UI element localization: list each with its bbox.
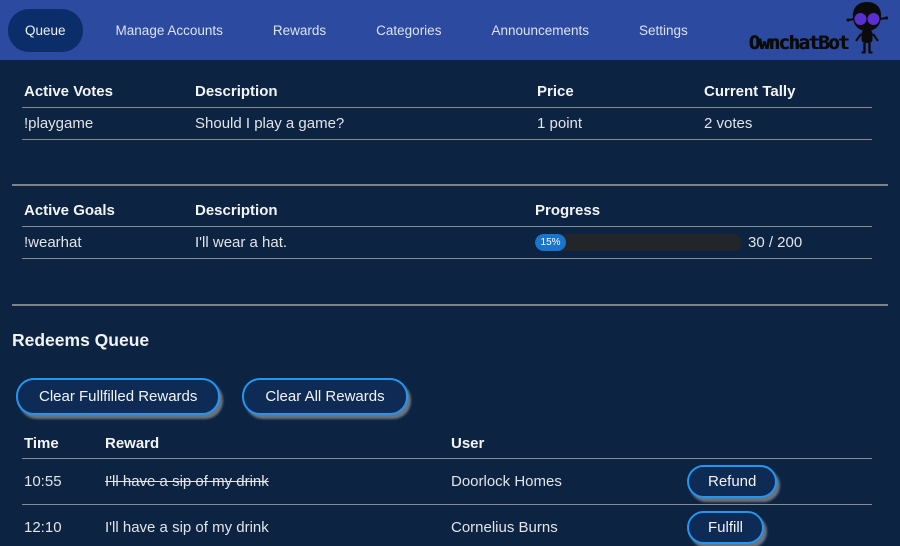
ownchatbot-logo: OwnchatBot [749, 0, 890, 60]
vote-command-cell: !playgame [22, 108, 193, 140]
redeem-user-cell: Cornelius Burns [449, 505, 685, 546]
goal-command-cell: !wearhat [22, 227, 193, 259]
redeems-header-user: User [449, 429, 685, 459]
votes-header-price: Price [535, 76, 702, 108]
progress-count-label: 30 / 200 [748, 234, 802, 251]
votes-header-description: Description [193, 76, 535, 108]
progress-bar-fill: 15% [535, 234, 566, 251]
redeem-action-cell: Refund [685, 459, 872, 505]
redeem-row: 12:10 I'll have a sip of my drink Cornel… [22, 505, 872, 546]
clear-fulfilled-rewards-button[interactable]: Clear Fullfilled Rewards [16, 378, 220, 415]
redeem-reward-cell: I'll have a sip of my drink [103, 459, 449, 505]
goal-row: !wearhat I'll wear a hat. 15% 30 / 200 [22, 227, 872, 259]
redeem-user-cell: Doorlock Homes [449, 459, 685, 505]
goals-header-row: Active Goals Description Progress [22, 195, 872, 227]
redeems-header-row: Time Reward User [22, 429, 872, 459]
vote-row: !playgame Should I play a game? 1 point … [22, 108, 872, 140]
redeem-reward-cell: I'll have a sip of my drink [103, 505, 449, 546]
votes-header-tally: Current Tally [702, 76, 872, 108]
goals-header-progress: Progress [533, 195, 872, 227]
redeem-time-cell: 10:55 [22, 459, 103, 505]
goals-header-description: Description [193, 195, 533, 227]
redeems-header-time: Time [22, 429, 103, 459]
redeem-time-cell: 12:10 [22, 505, 103, 546]
nav-item-categories[interactable]: Categories [359, 9, 458, 52]
redeems-actions: Clear Fullfilled Rewards Clear All Rewar… [16, 378, 900, 415]
votes-header-command: Active Votes [22, 76, 193, 108]
clear-all-rewards-button[interactable]: Clear All Rewards [242, 378, 407, 415]
vote-tally-cell: 2 votes [702, 108, 872, 140]
refund-button[interactable]: Refund [687, 465, 777, 498]
goal-progress: 15% 30 / 200 [535, 234, 870, 251]
redeems-header-action [685, 429, 872, 459]
redeem-row: 10:55 I'll have a sip of my drink Doorlo… [22, 459, 872, 505]
vote-description-cell: Should I play a game? [193, 108, 535, 140]
nav-item-rewards[interactable]: Rewards [256, 9, 343, 52]
goal-description-cell: I'll wear a hat. [193, 227, 533, 259]
nav-item-settings[interactable]: Settings [622, 9, 705, 52]
logo-wordmark: OwnchatBot [749, 34, 848, 56]
redeems-header-reward: Reward [103, 429, 449, 459]
active-goals-table: Active Goals Description Progress !wearh… [22, 195, 872, 259]
top-navbar: Queue Manage Accounts Rewards Categories… [0, 0, 900, 60]
nav-item-announcements[interactable]: Announcements [474, 9, 606, 52]
redeem-action-cell: Fulfill [685, 505, 872, 546]
redeems-queue-table: Time Reward User 10:55 I'll have a sip o… [22, 429, 872, 546]
fulfill-button[interactable]: Fulfill [687, 511, 764, 544]
active-votes-table: Active Votes Description Price Current T… [22, 76, 872, 140]
nav-item-queue[interactable]: Queue [8, 9, 83, 52]
section-divider [12, 184, 888, 186]
robot-mascot-icon [844, 0, 890, 56]
redeems-queue-title: Redeems Queue [12, 330, 900, 351]
goal-progress-cell: 15% 30 / 200 [533, 227, 872, 259]
goals-header-command: Active Goals [22, 195, 193, 227]
nav-item-manage-accounts[interactable]: Manage Accounts [99, 9, 240, 52]
section-divider [12, 304, 888, 306]
votes-header-row: Active Votes Description Price Current T… [22, 76, 872, 108]
progress-bar-track: 15% [535, 234, 742, 251]
vote-price-cell: 1 point [535, 108, 702, 140]
